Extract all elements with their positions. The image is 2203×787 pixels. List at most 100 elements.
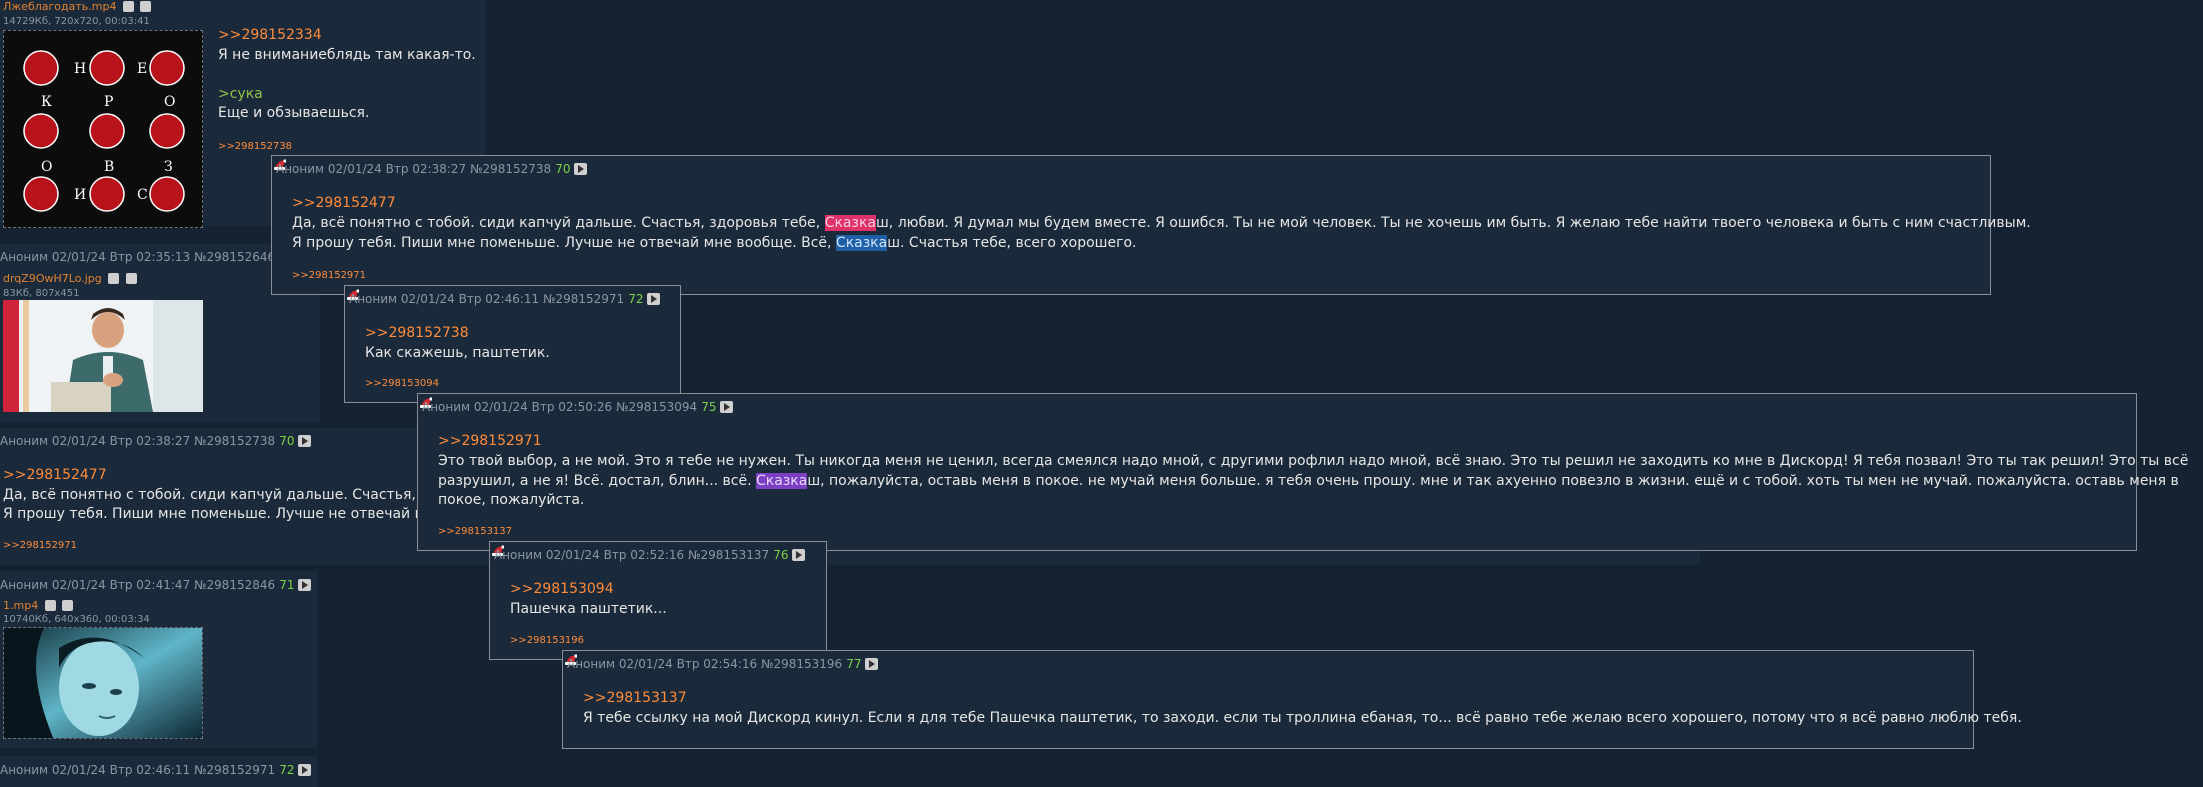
download-icon[interactable] (140, 1, 152, 12)
greentext: >сука (218, 86, 263, 102)
post-text: Это твой выбор, а не мой. Это я тебе не … (438, 453, 2189, 469)
post-header-text: Аноним 02/01/24 Втр 02:54:16 №298153196 (567, 657, 843, 671)
post-header: Аноним 02/01/24 Втр 02:50:26 №298153094 7… (422, 400, 734, 414)
reply-count: 77 (846, 657, 862, 671)
post-header: Аноним 02/01/24 Втр 02:35:13 №298152646 (0, 250, 275, 264)
post-text: Пашечка паштетик... (510, 601, 667, 617)
attachment-info: 83Кб, 807x451 (3, 288, 80, 299)
reply-link[interactable]: >>298152738 (218, 141, 292, 152)
post-header-text: Аноним 02/01/24 Втр 02:46:11 №298152971 (0, 763, 276, 777)
thread-post: Аноним 02/01/24 Втр 02:46:11 №298152971 7… (0, 756, 318, 787)
thumb-letter: З (164, 159, 173, 175)
play-icon[interactable] (792, 549, 806, 561)
quote-link[interactable]: >>298152334 (218, 27, 322, 43)
video-thumbnail[interactable]: Н Е К Р О О В З И С (3, 30, 203, 228)
search-highlight: Сказка (756, 473, 808, 489)
search-image-icon[interactable] (108, 273, 120, 284)
post-header: Аноним 02/01/24 Втр 02:38:27 №298152738 7… (276, 162, 588, 176)
play-icon[interactable] (298, 764, 312, 776)
post-text: Я прошу тебя. Пиши мне поменьше. Лучше н… (3, 506, 443, 522)
reply-count: 70 (279, 434, 295, 448)
post-text: разрушил, а не я! Всё. достал, блин... в… (438, 471, 2179, 491)
download-icon[interactable] (125, 273, 137, 284)
attachment-info: 10740Кб, 640x360, 00:03:34 (3, 614, 150, 625)
video-thumbnail[interactable] (3, 627, 203, 739)
search-image-icon[interactable] (44, 600, 56, 611)
post-text-part: Я прошу тебя. Пиши мне поменьше. Лучше н… (292, 235, 836, 251)
play-icon[interactable] (298, 435, 312, 447)
reply-popup: Аноним 02/01/24 Втр 02:52:16 №298153137 7… (489, 541, 827, 660)
post-text-part: ш, пожалуйста, оставь меня в покое. не м… (807, 473, 2179, 489)
reply-link[interactable]: >>298153094 (365, 378, 439, 389)
thumb-letter: Р (104, 94, 113, 110)
play-icon[interactable] (865, 658, 879, 670)
reply-link[interactable]: >>298153137 (438, 526, 512, 537)
post-header-text: Аноним 02/01/24 Втр 02:46:11 №298152971 (349, 292, 625, 306)
post-header-text: Аноним 02/01/24 Втр 02:50:26 №298153094 (422, 400, 698, 414)
image-thumbnail[interactable] (3, 300, 203, 412)
play-icon[interactable] (298, 579, 312, 591)
search-highlight: Сказка (835, 235, 888, 251)
post-text: Я прошу тебя. Пиши мне поменьше. Лучше н… (292, 233, 1136, 253)
reply-link[interactable]: >>298153196 (510, 635, 584, 646)
search-image-icon[interactable] (122, 1, 134, 12)
reply-count: 70 (555, 162, 571, 176)
post-text-part: Да, всё понятно с тобой. сиди капчуй дал… (292, 215, 825, 231)
post-text-part: разрушил, а не я! Всё. достал, блин... в… (438, 473, 757, 489)
thumb-letter: В (104, 159, 114, 175)
post-text: покое, пожалуйста. (438, 492, 585, 508)
post-header-text: Аноним 02/01/24 Втр 02:35:13 №298152646 (0, 250, 276, 264)
post-text-part: ш, любви. Я думал мы будем вместе. Я оши… (876, 215, 2031, 231)
play-icon[interactable] (574, 163, 588, 175)
man-in-suit-photo (3, 300, 203, 412)
post-header-text: Аноним 02/01/24 Втр 02:52:16 №298153137 (494, 548, 770, 562)
reply-popup: Аноним 02/01/24 Втр 02:50:26 №298153094 7… (417, 393, 2188, 551)
post-text: Как скажешь, паштетик. (365, 345, 550, 361)
download-icon[interactable] (62, 600, 74, 611)
attachment-filename[interactable]: Лжеблагодать.mp4 (3, 0, 152, 13)
quote-link[interactable]: >>298152477 (3, 467, 107, 483)
attachment-filename-text[interactable]: Лжеблагодать.mp4 (3, 0, 116, 13)
thread-post: Аноним 02/01/24 Втр 02:41:47 №298152846 7… (0, 571, 318, 748)
post-header: Аноним 02/01/24 Втр 02:46:11 №298152971 7… (0, 763, 312, 777)
reply-popup: Аноним 02/01/24 Втр 02:46:11 №298152971 7… (344, 285, 681, 403)
woman-face-image (4, 628, 202, 738)
post-header: Аноним 02/01/24 Втр 02:41:47 №298152846 7… (0, 578, 312, 592)
play-icon[interactable] (720, 401, 734, 413)
post-text-part: ш. Счастья тебе, всего хорошего. (887, 235, 1137, 251)
thumb-letter: О (41, 159, 52, 175)
post-header: Аноним 02/01/24 Втр 02:38:27 №298152738 7… (0, 434, 312, 448)
reply-count: 71 (279, 578, 295, 592)
reply-count: 72 (628, 292, 644, 306)
reply-popup: Аноним 02/01/24 Втр 02:54:16 №298153196 7… (562, 650, 2022, 749)
attachment-filename-text[interactable]: drqZ9OwH7Lo.jpg (3, 272, 102, 285)
search-highlight: Сказка (824, 215, 876, 231)
reply-link[interactable]: >>298152971 (292, 270, 366, 281)
attachment-filename[interactable]: drqZ9OwH7Lo.jpg (3, 272, 137, 285)
attachment-filename-text[interactable]: 1.mp4 (3, 599, 38, 612)
quote-link[interactable]: >>298153137 (583, 690, 687, 706)
post-text: Да, всё понятно с тобой. сиди капчуй дал… (3, 487, 438, 503)
thumb-letter: Е (137, 61, 147, 77)
reply-count: 75 (701, 400, 717, 414)
post-header-text: Аноним 02/01/24 Втр 02:41:47 №298152846 (0, 578, 276, 592)
thumb-letter: Н (74, 61, 86, 77)
attachment-filename[interactable]: 1.mp4 (3, 599, 74, 612)
quote-link[interactable]: >>298152477 (292, 195, 396, 211)
thumb-letter: С (137, 187, 148, 203)
play-icon[interactable] (647, 293, 661, 305)
quote-link[interactable]: >>298152971 (438, 433, 542, 449)
post-text: Да, всё понятно с тобой. сиди капчуй дал… (292, 213, 2031, 233)
attachment-info: 14729Кб, 720x720, 00:03:41 (3, 16, 150, 27)
quote-link[interactable]: >>298153094 (510, 581, 614, 597)
quote-link[interactable]: >>298152738 (365, 325, 469, 341)
reply-popup: Аноним 02/01/24 Втр 02:38:27 №298152738 7… (271, 155, 2031, 295)
reply-count: 76 (773, 548, 789, 562)
reply-link[interactable]: >>298152971 (3, 540, 77, 551)
post-text: Еще и обзываешься. (218, 105, 370, 121)
post-text: Я тебе ссылку на мой Дискорд кинул. Если… (583, 710, 2022, 726)
post-header: Аноним 02/01/24 Втр 02:52:16 №298153137 7… (494, 548, 806, 562)
post-header: Аноним 02/01/24 Втр 02:46:11 №298152971 7… (349, 292, 661, 306)
thumb-letter: О (164, 94, 175, 110)
post-text: Я не вниманиеблядь там какая-то. (218, 47, 476, 63)
